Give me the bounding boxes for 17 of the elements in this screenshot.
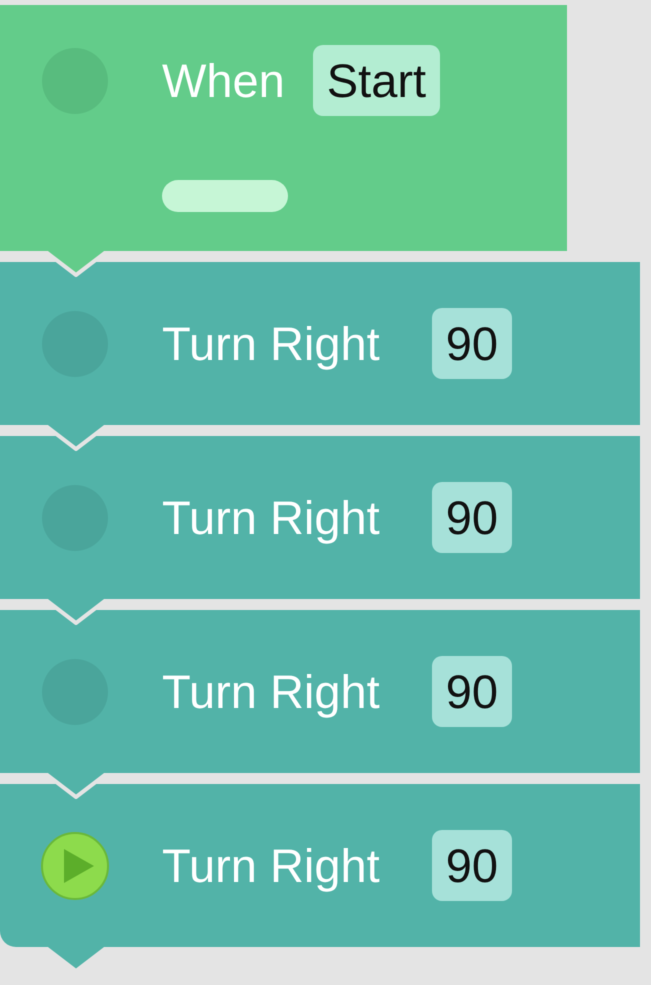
turn-block[interactable]: Turn Right 90	[0, 784, 640, 947]
value-field[interactable]: 90	[432, 308, 512, 379]
value-field[interactable]: 90	[432, 656, 512, 727]
drag-bar[interactable]	[162, 180, 288, 212]
value-field[interactable]: 90	[432, 830, 512, 901]
block-label: Turn Right	[162, 316, 380, 371]
value-field[interactable]: 90	[432, 482, 512, 553]
trigger-field[interactable]: Start	[312, 45, 440, 116]
block-label: Turn Right	[162, 664, 380, 719]
event-block[interactable]: When Start	[0, 5, 567, 251]
turn-block[interactable]: Turn Right 90	[0, 436, 640, 599]
turn-block[interactable]: Turn Right 90	[0, 262, 640, 425]
block-label: When	[162, 53, 285, 108]
block-label: Turn Right	[162, 490, 380, 545]
turn-block[interactable]: Turn Right 90	[0, 610, 640, 773]
play-icon[interactable]	[40, 830, 110, 900]
block-label: Turn Right	[162, 838, 380, 893]
